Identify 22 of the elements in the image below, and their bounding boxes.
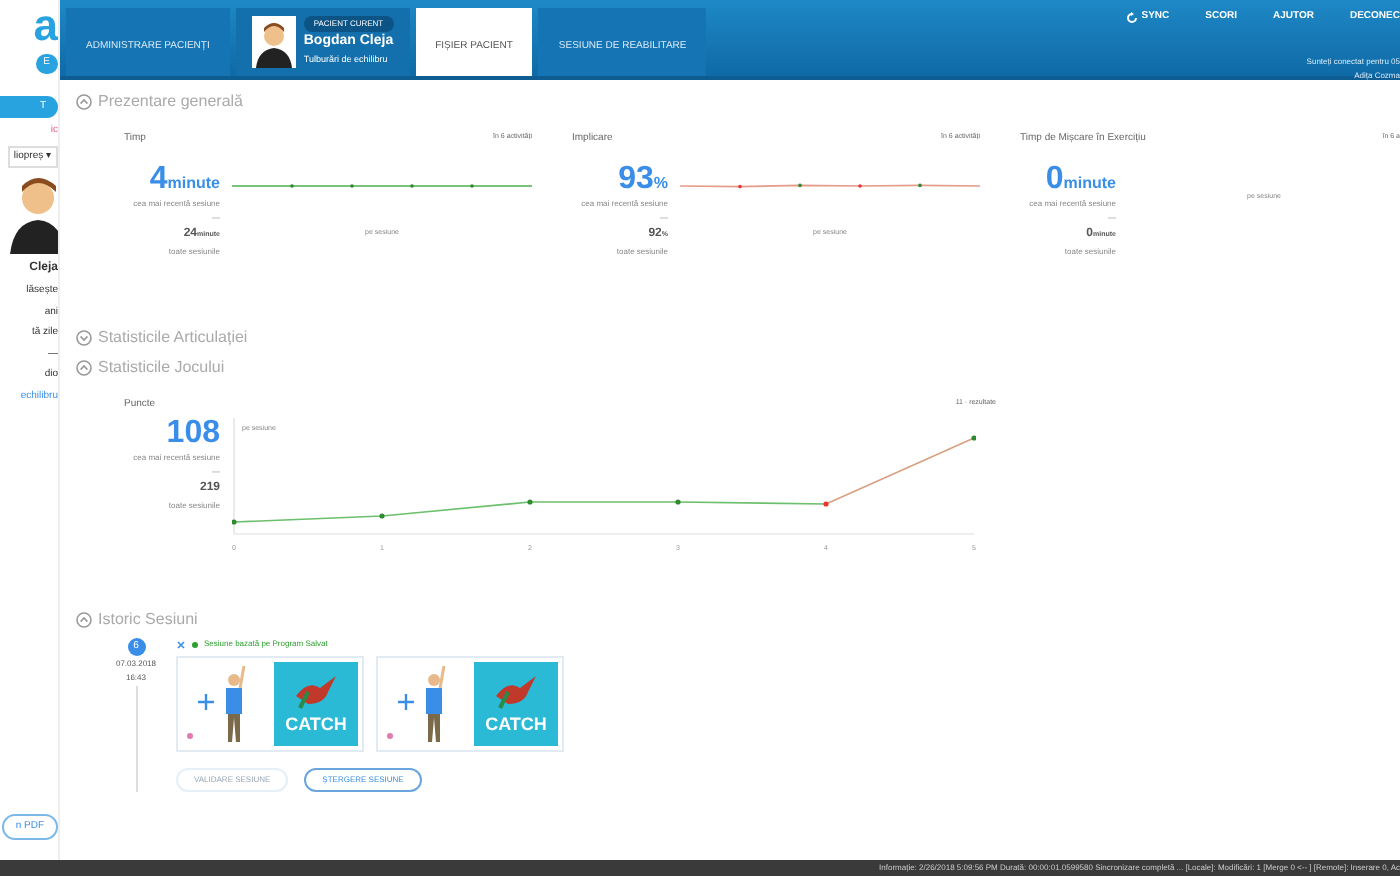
section-title: Istoric Sesiuni: [98, 608, 198, 632]
bird-icon: [492, 671, 540, 711]
section-title: Statisticile Articulației: [98, 326, 248, 350]
game-name: CATCH: [485, 711, 547, 737]
stat-value: 4minute: [149, 163, 220, 195]
game-name: CATCH: [285, 711, 347, 737]
stat-value: 93%: [618, 163, 668, 195]
stat-value: 108: [166, 417, 220, 449]
stat-value: 0minute: [1045, 163, 1116, 195]
logo: a: [33, 4, 58, 48]
avatar-icon: [6, 174, 58, 254]
section-header[interactable]: Statisticile Articulației: [76, 326, 1400, 350]
status-dot-icon: [192, 641, 198, 647]
section-header[interactable]: Statisticile Jocului: [76, 356, 1400, 380]
bird-icon: [292, 671, 340, 711]
section-header[interactable]: Prezentare generală: [76, 90, 1400, 114]
section-title: Prezentare generală: [98, 90, 243, 114]
close-icon: [176, 639, 186, 649]
section-title: Statisticile Jocului: [98, 356, 225, 380]
avatar-icon: [251, 16, 296, 68]
section-header[interactable]: Istoric Sesiuni: [76, 608, 1400, 632]
sync-icon: [1125, 11, 1138, 24]
